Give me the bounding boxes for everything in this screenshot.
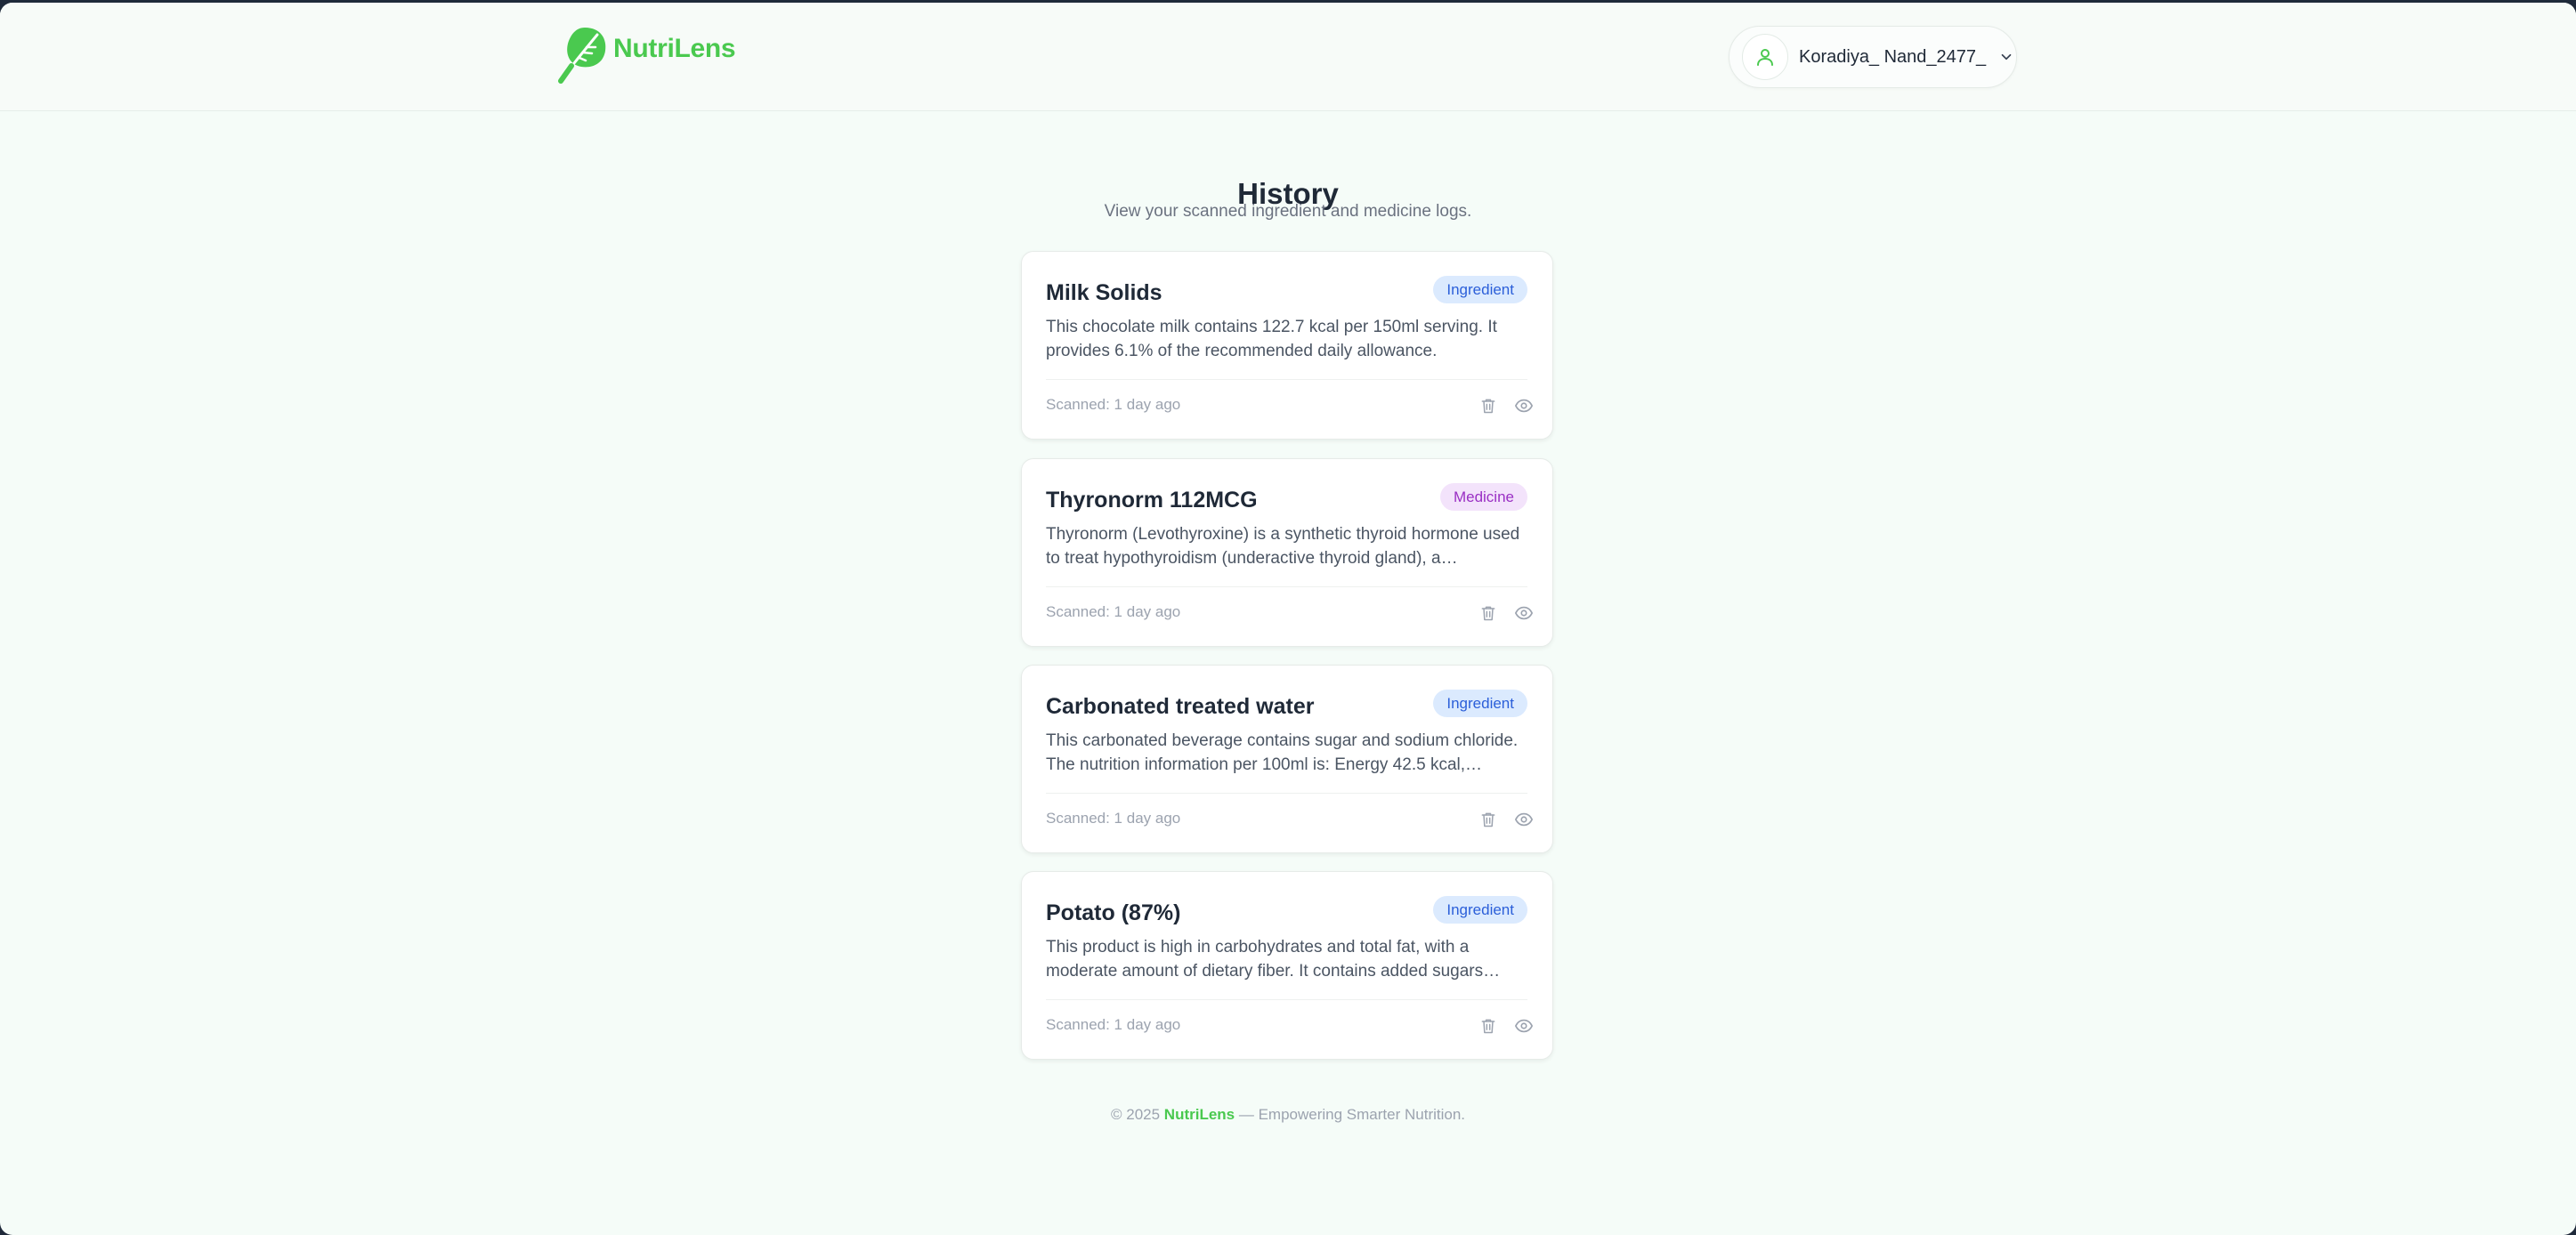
user-menu[interactable]: Koradiya_ Nand_2477_ bbox=[1729, 26, 2017, 88]
eye-icon[interactable] bbox=[1512, 601, 1535, 625]
history-card: Milk Solids Ingredient This chocolate mi… bbox=[1021, 251, 1553, 440]
username: Koradiya_ Nand_2477_ bbox=[1799, 46, 1987, 67]
user-icon bbox=[1757, 49, 1773, 66]
history-card: Thyronorm 112MCG Medicine Thyronorm (Lev… bbox=[1021, 458, 1553, 647]
card-divider bbox=[1046, 586, 1527, 587]
eye-icon[interactable] bbox=[1512, 1014, 1535, 1037]
card-title: Thyronorm 112MCG bbox=[1046, 488, 1258, 513]
type-badge-medicine: Medicine bbox=[1439, 483, 1527, 511]
scanned-time: Scanned: 1 day ago bbox=[1046, 396, 1181, 413]
card-divider bbox=[1046, 379, 1527, 380]
scanned-time: Scanned: 1 day ago bbox=[1046, 810, 1181, 827]
type-badge-ingredient: Ingredient bbox=[1433, 690, 1527, 717]
footer-tagline: — Empowering Smarter Nutrition. bbox=[1238, 1106, 1466, 1123]
leaf-magnifier-icon bbox=[558, 28, 606, 84]
page-subtitle: View your scanned ingredient and medicin… bbox=[1104, 202, 1472, 221]
trash-icon[interactable] bbox=[1477, 808, 1500, 831]
history-card: Potato (87%) Ingredient This product is … bbox=[1021, 871, 1553, 1060]
page-footer: © 2025 NutriLens — Empowering Smarter Nu… bbox=[0, 1106, 2576, 1124]
app-logo[interactable]: NutriLens bbox=[556, 24, 736, 86]
scanned-time: Scanned: 1 day ago bbox=[1046, 603, 1181, 620]
card-title: Potato (87%) bbox=[1046, 900, 1181, 925]
app-window: NutriLens Koradiya_ Nand_2477_ History V… bbox=[0, 3, 2576, 1235]
app-name: NutriLens bbox=[613, 34, 736, 63]
trash-icon[interactable] bbox=[1477, 601, 1500, 625]
card-description: This chocolate milk contains 122.7 kcal … bbox=[1046, 318, 1497, 360]
scanned-time: Scanned: 1 day ago bbox=[1046, 1016, 1181, 1033]
chevron-down-icon bbox=[1998, 49, 2014, 65]
card-description: Thyronorm (Levothyroxine) is a synthetic… bbox=[1046, 525, 1520, 568]
card-description: This carbonated beverage contains sugar … bbox=[1046, 731, 1519, 774]
card-description: This product is high in carbohydrates an… bbox=[1046, 938, 1484, 981]
card-divider bbox=[1046, 793, 1527, 794]
type-badge-ingredient: Ingredient bbox=[1433, 896, 1527, 924]
trash-icon[interactable] bbox=[1477, 1014, 1500, 1037]
avatar bbox=[1742, 34, 1788, 80]
card-title: Carbonated treated water bbox=[1046, 694, 1315, 719]
top-nav-bar: NutriLens Koradiya_ Nand_2477_ bbox=[0, 3, 2576, 111]
trash-icon[interactable] bbox=[1477, 394, 1500, 417]
eye-icon[interactable] bbox=[1512, 808, 1535, 831]
footer-copyright: © 2025 bbox=[1110, 1106, 1161, 1123]
card-divider bbox=[1046, 999, 1527, 1000]
card-title: Milk Solids bbox=[1046, 280, 1162, 305]
history-card: Carbonated treated water Ingredient This… bbox=[1021, 665, 1553, 853]
footer-brand: NutriLens bbox=[1163, 1106, 1235, 1123]
eye-icon[interactable] bbox=[1512, 394, 1535, 417]
type-badge-ingredient: Ingredient bbox=[1433, 276, 1527, 303]
